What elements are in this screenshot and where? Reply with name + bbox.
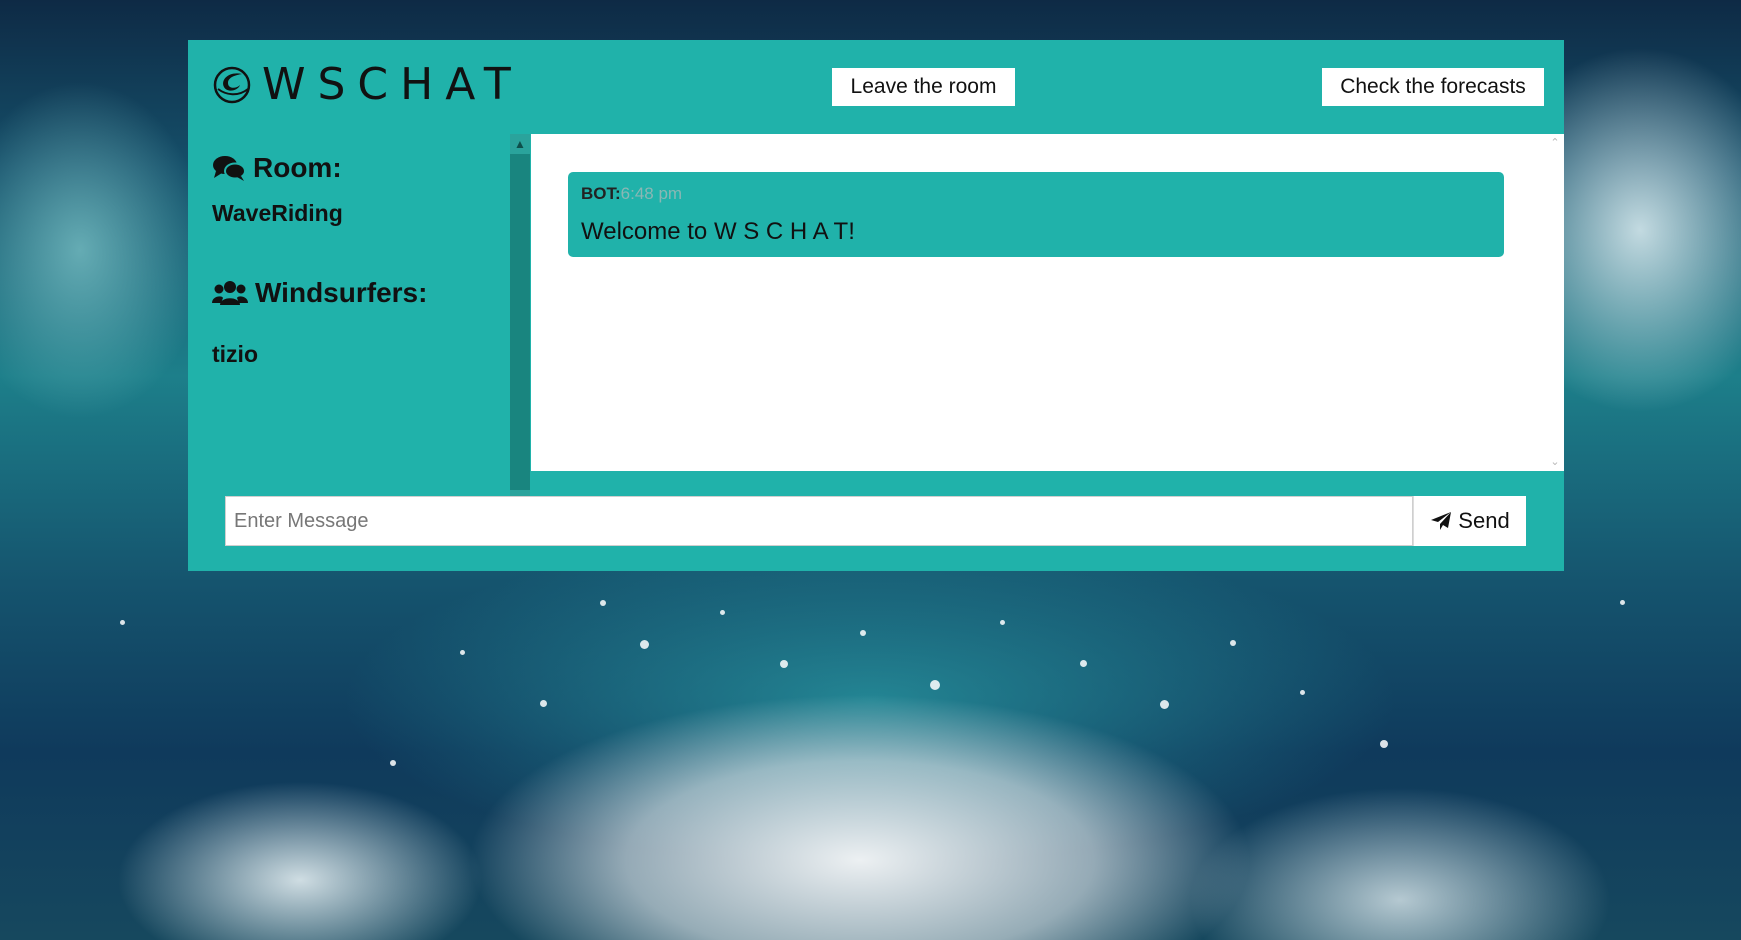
room-name: WaveRiding [212,200,343,226]
chat-messages: BOT:6:48 pm Welcome to W S C H A T! ⌃ ⌄ [531,134,1564,471]
chevron-up-icon[interactable]: ▲ [510,134,530,154]
chevron-down-icon[interactable]: ⌄ [1546,453,1564,471]
check-forecasts-button[interactable]: Check the forecasts [1322,68,1544,106]
send-button[interactable]: Send [1413,496,1526,546]
message-author: BOT: [581,184,621,203]
water-spray [1080,660,1087,667]
sidebar-scrollbar[interactable]: ▲ ▼ [510,134,530,510]
room-heading-label: Room: [253,152,342,183]
chat-message: BOT:6:48 pm Welcome to W S C H A T! [568,172,1504,257]
message-meta: BOT:6:48 pm [581,184,682,204]
logo-text: WSCHAT [262,59,523,110]
water-spray [1620,600,1625,605]
chevron-up-icon[interactable]: ⌃ [1546,134,1564,152]
water-spray [780,660,788,668]
water-spray [640,640,649,649]
app-logo: WSCHAT [212,60,523,110]
water-spray [720,610,725,615]
water-spray [600,600,606,606]
water-spray [860,630,866,636]
water-spray [390,760,396,766]
leave-room-button[interactable]: Leave the room [832,68,1015,106]
message-text: Welcome to W S C H A T! [581,218,855,245]
user-list-item: tizio [212,341,258,367]
water-spray [1300,690,1305,695]
water-spray [1380,740,1388,748]
globe-swirl-icon [213,66,251,104]
message-time: 6:48 pm [620,184,683,203]
water-spray [460,650,465,655]
sidebar: Room: WaveRiding Windsurfers: tizio [212,150,472,368]
header: WSCHAT Leave the room Check the forecast… [188,40,1564,134]
comments-icon [213,156,246,181]
users-heading: Windsurfers: [212,275,472,311]
water-spray [930,680,940,690]
message-input[interactable] [225,496,1413,546]
chat-scrollbar[interactable]: ⌃ ⌄ [1546,134,1564,471]
chat-panel: WSCHAT Leave the room Check the forecast… [188,40,1564,571]
water-spray [1160,700,1169,709]
users-icon [212,281,248,305]
room-heading: Room: [212,150,472,186]
message-composer: Send [225,496,1527,546]
water-spray [120,620,125,625]
water-spray [540,700,547,707]
paper-plane-icon [1431,512,1452,530]
users-heading-label: Windsurfers: [255,277,428,308]
water-spray [1000,620,1005,625]
send-label: Send [1458,508,1510,533]
water-spray [1230,640,1236,646]
